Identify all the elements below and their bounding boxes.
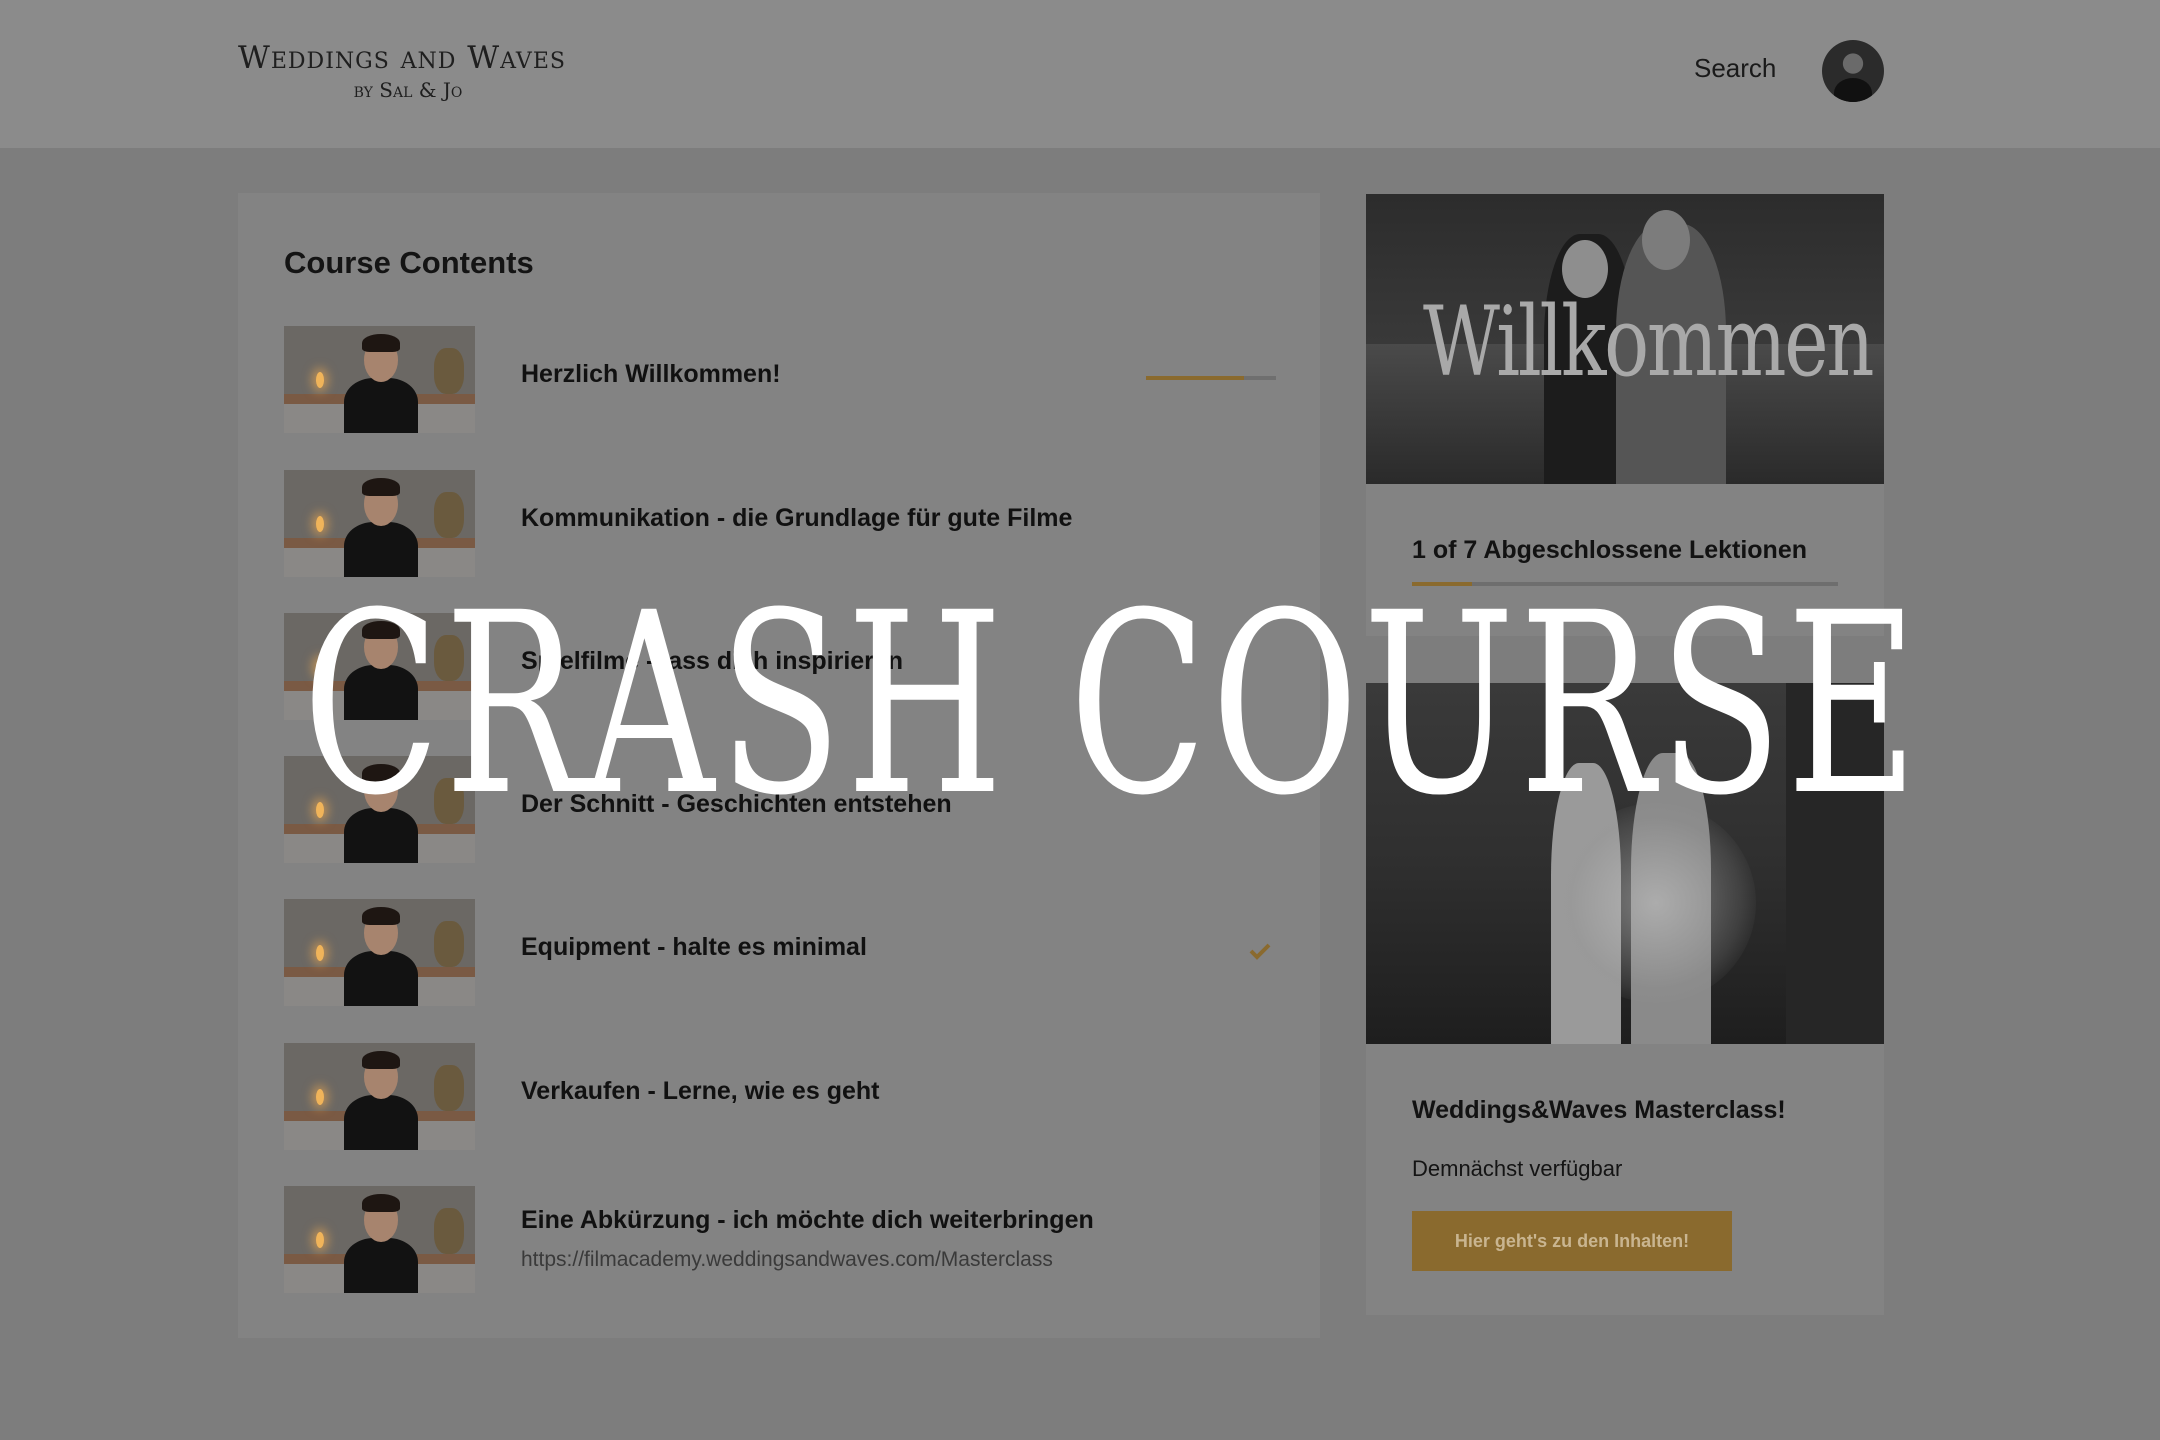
logo-sub-text: by Sal & Jo xyxy=(353,78,463,102)
crash-course-overlay-title: CRASH COURSE xyxy=(302,559,1923,850)
page: Weddings and Waves by Sal & Jo Search Co… xyxy=(0,0,2160,1440)
lesson-item[interactable]: Herzlich Willkommen! xyxy=(284,326,1276,433)
lesson-title[interactable]: Herzlich Willkommen! xyxy=(521,360,781,389)
lesson-link-url[interactable]: https://filmacademy.weddingsandwaves.com… xyxy=(521,1248,1053,1272)
lesson-title[interactable]: Eine Abkürzung - ich möchte dich weiterb… xyxy=(521,1206,1094,1235)
lesson-thumbnail[interactable] xyxy=(284,326,475,433)
masterclass-content-button[interactable]: Hier geht's zu den Inhalten! xyxy=(1412,1211,1732,1271)
lesson-title[interactable]: Kommunikation - die Grundlage für gute F… xyxy=(521,504,1072,533)
masterclass-title: Weddings&Waves Masterclass! xyxy=(1412,1096,1786,1124)
lesson-thumbnail[interactable] xyxy=(284,899,475,1006)
site-logo[interactable]: Weddings and Waves by Sal & Jo xyxy=(238,40,578,102)
check-icon xyxy=(1249,943,1271,960)
lesson-thumbnail[interactable] xyxy=(284,1043,475,1150)
search-link[interactable]: Search xyxy=(1694,53,1776,84)
lesson-progress-bar xyxy=(1146,376,1276,380)
lesson-progress-fill xyxy=(1146,376,1244,380)
lesson-item[interactable]: Eine Abkürzung - ich möchte dich weiterb… xyxy=(284,1186,1274,1293)
lesson-thumbnail[interactable] xyxy=(284,1186,475,1293)
lesson-title[interactable]: Equipment - halte es minimal xyxy=(521,933,867,962)
lesson-title[interactable]: Verkaufen - Lerne, wie es geht xyxy=(521,1077,879,1106)
lesson-item[interactable]: Verkaufen - Lerne, wie es geht xyxy=(284,1043,1274,1150)
lesson-item[interactable]: Equipment - halte es minimal xyxy=(284,899,1274,1006)
masterclass-card: Weddings&Waves Masterclass! Demnächst ve… xyxy=(1366,1044,1884,1315)
welcome-image: Willkommen xyxy=(1366,194,1884,484)
avatar[interactable] xyxy=(1822,40,1884,102)
masterclass-subtitle: Demnächst verfügbar xyxy=(1412,1156,1623,1181)
course-contents-title: Course Contents xyxy=(284,245,534,280)
welcome-image-text: Willkommen xyxy=(1422,286,1874,398)
logo-main-text: Weddings and Waves xyxy=(238,40,566,76)
site-header: Weddings and Waves by Sal & Jo Search xyxy=(0,0,2160,148)
